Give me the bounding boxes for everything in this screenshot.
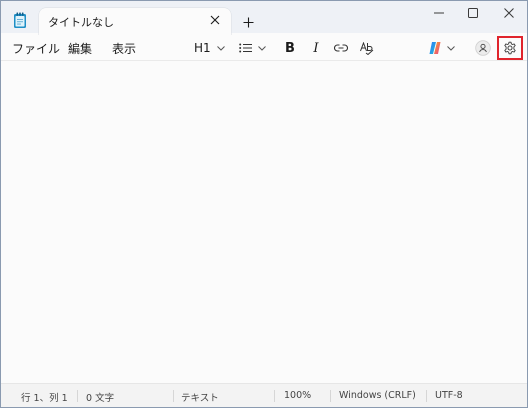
account-icon	[475, 40, 491, 56]
maximize-icon	[468, 8, 478, 18]
maximize-button[interactable]	[455, 1, 491, 25]
spellcheck-icon	[360, 41, 374, 55]
title-bar: タイトルなし	[1, 1, 527, 35]
close-icon	[210, 15, 220, 25]
heading-dropdown[interactable]: H1	[194, 38, 225, 58]
account-button[interactable]	[473, 38, 493, 58]
status-bar: 行 1、列 1 0 文字 テキスト 100% Windows (CRLF) UT…	[1, 383, 527, 407]
link-button[interactable]	[332, 38, 350, 58]
gear-icon	[504, 41, 516, 55]
heading-label: H1	[194, 41, 211, 55]
tab-close-button[interactable]	[207, 12, 223, 28]
status-divider	[173, 390, 174, 402]
copilot-dropdown[interactable]	[428, 38, 455, 58]
status-divider	[77, 390, 78, 402]
notepad-window: タイトルなし ファイル 編集 表示 H1 B I 行 1、列 1 0 文字 テキ…	[0, 0, 528, 408]
new-tab-button[interactable]	[239, 13, 257, 31]
text-editor[interactable]	[1, 62, 527, 382]
menu-view[interactable]: 表示	[112, 40, 136, 57]
copilot-icon	[429, 42, 441, 54]
status-divider	[330, 390, 331, 402]
menu-file[interactable]: ファイル	[12, 40, 60, 57]
status-zoom[interactable]: 100%	[284, 390, 311, 401]
spellcheck-button[interactable]	[358, 38, 376, 58]
status-divider	[426, 390, 427, 402]
status-line-ending[interactable]: Windows (CRLF)	[339, 390, 416, 401]
link-icon	[334, 44, 348, 52]
bold-button[interactable]: B	[283, 38, 297, 58]
status-format[interactable]: テキスト	[181, 390, 219, 404]
menu-toolbar: ファイル 編集 表示 H1 B I	[1, 35, 527, 61]
menu-edit[interactable]: 編集	[68, 40, 92, 57]
minimize-icon	[434, 12, 444, 14]
window-close-button[interactable]	[491, 1, 527, 25]
status-cursor-position: 行 1、列 1	[21, 393, 68, 404]
tab-title: タイトルなし	[48, 16, 114, 29]
document-tab[interactable]: タイトルなし	[39, 8, 231, 35]
minimize-button[interactable]	[421, 1, 457, 25]
chevron-down-icon	[447, 45, 455, 51]
plus-icon	[243, 17, 253, 27]
status-encoding[interactable]: UTF-8	[435, 390, 463, 401]
list-icon	[239, 43, 252, 53]
italic-button[interactable]: I	[309, 38, 323, 58]
settings-button[interactable]	[497, 36, 523, 60]
close-icon	[504, 8, 514, 18]
chevron-down-icon	[216, 45, 225, 51]
status-char-count: 0 文字	[86, 393, 115, 404]
list-dropdown[interactable]	[239, 38, 266, 58]
notepad-icon	[13, 12, 27, 28]
status-divider	[274, 390, 275, 402]
chevron-down-icon	[258, 45, 266, 51]
